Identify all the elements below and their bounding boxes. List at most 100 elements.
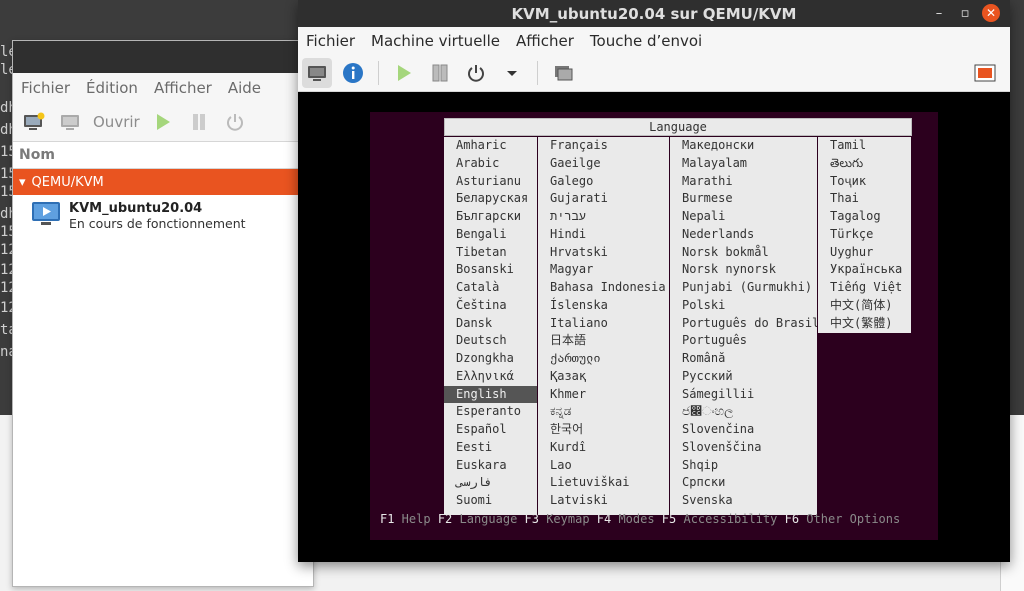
language-option[interactable]: Türkçe [818, 226, 911, 244]
console-menu-machine[interactable]: Machine virtuelle [371, 32, 500, 50]
language-option[interactable]: Tamil [818, 137, 911, 155]
language-option[interactable]: Deutsch [444, 332, 537, 350]
language-option[interactable]: Tagalog [818, 208, 911, 226]
language-option[interactable]: Asturianu [444, 173, 537, 191]
console-menu-send-key[interactable]: Touche d’envoi [590, 32, 702, 50]
language-option[interactable]: Lietuviškai [538, 474, 669, 492]
open-button[interactable]: Ouvrir [93, 113, 140, 131]
language-option[interactable]: Gaeilge [538, 155, 669, 173]
language-option[interactable]: 中文(繁體) [818, 315, 911, 333]
shutdown-icon[interactable] [461, 58, 491, 88]
language-option[interactable]: Čeština [444, 297, 537, 315]
details-info-icon[interactable] [338, 58, 368, 88]
language-option[interactable]: Português [670, 332, 817, 350]
monitor-icon[interactable] [57, 109, 83, 135]
new-vm-icon[interactable] [21, 109, 47, 135]
language-option[interactable]: Euskara [444, 457, 537, 475]
console-titlebar[interactable]: KVM_ubuntu20.04 sur QEMU/KVM – ▫ ✕ [298, 0, 1010, 27]
language-option[interactable]: Català [444, 279, 537, 297]
language-option[interactable]: Tiếng Việt [818, 279, 911, 297]
language-option[interactable]: ქართული [538, 350, 669, 368]
play-icon[interactable] [150, 109, 176, 135]
fullscreen-icon[interactable] [970, 58, 1000, 88]
language-option[interactable]: 中文(简体) [818, 297, 911, 315]
language-option[interactable]: Bahasa Indonesia [538, 279, 669, 297]
language-option[interactable]: Svenska [670, 492, 817, 510]
language-option[interactable]: Norsk nynorsk [670, 261, 817, 279]
language-option[interactable]: Nepali [670, 208, 817, 226]
language-option[interactable]: ජ෌ංහල [670, 403, 817, 421]
language-option[interactable]: Burmese [670, 190, 817, 208]
language-option[interactable]: Esperanto [444, 403, 537, 421]
language-option[interactable]: 日本語 [538, 332, 669, 350]
pause-icon[interactable] [186, 109, 212, 135]
language-option[interactable]: Қазақ [538, 368, 669, 386]
language-option[interactable]: Italiano [538, 315, 669, 333]
language-option[interactable]: Македонски [670, 137, 817, 155]
guest-display[interactable]: Language Amharic Arabic Asturianu Беларуска… [298, 92, 1010, 562]
language-option[interactable]: Dzongkha [444, 350, 537, 368]
language-option[interactable]: Marathi [670, 173, 817, 191]
language-option[interactable]: Malayalam [670, 155, 817, 173]
language-option[interactable]: Slovenščina [670, 439, 817, 457]
language-option[interactable]: Gujarati [538, 190, 669, 208]
column-header-name[interactable]: Nom [13, 142, 313, 169]
menu-aide[interactable]: Aide [228, 79, 261, 97]
language-option[interactable]: Български [444, 208, 537, 226]
language-option[interactable]: Uyghur [818, 244, 911, 262]
language-option[interactable]: فارسی [444, 474, 537, 492]
language-option[interactable]: Shqip [670, 457, 817, 475]
language-option[interactable]: Русский [670, 368, 817, 386]
maximize-icon[interactable]: ▫ [956, 4, 974, 22]
language-option[interactable]: Hindi [538, 226, 669, 244]
console-menu-fichier[interactable]: Fichier [306, 32, 355, 50]
language-option[interactable]: Dansk [444, 315, 537, 333]
language-option[interactable]: Українська [818, 261, 911, 279]
language-option[interactable]: Eesti [444, 439, 537, 457]
pause-icon[interactable] [425, 58, 455, 88]
language-option[interactable]: Galego [538, 173, 669, 191]
language-option[interactable]: Bengali [444, 226, 537, 244]
language-option[interactable]: Suomi [444, 492, 537, 510]
language-option[interactable]: 한국어 [538, 421, 669, 439]
language-option[interactable]: Thai [818, 190, 911, 208]
snapshot-icon[interactable] [548, 58, 578, 88]
menu-edition[interactable]: Édition [86, 79, 138, 97]
language-option[interactable]: Norsk bokmål [670, 244, 817, 262]
language-option[interactable]: Sámegillii [670, 386, 817, 404]
language-option[interactable]: Беларуская [444, 190, 537, 208]
language-option[interactable]: తెలుగు [818, 155, 911, 173]
language-option[interactable]: Nederlands [670, 226, 817, 244]
language-option-selected[interactable]: English [444, 385, 537, 404]
shutdown-dropdown-icon[interactable] [497, 58, 527, 88]
connection-group-row[interactable]: ▾ QEMU/KVM [13, 169, 313, 195]
menu-afficher[interactable]: Afficher [154, 79, 212, 97]
language-option[interactable]: Polski [670, 297, 817, 315]
language-option[interactable]: Khmer [538, 386, 669, 404]
language-option[interactable]: Íslenska [538, 297, 669, 315]
console-menu-afficher[interactable]: Afficher [516, 32, 574, 50]
language-option[interactable]: ಕನ್ನಡ [538, 403, 669, 421]
vm-list-item[interactable]: KVM_ubuntu20.04 En cours de fonctionneme… [13, 195, 313, 231]
language-option[interactable]: Српски [670, 474, 817, 492]
language-option[interactable]: Tibetan [444, 244, 537, 262]
language-option[interactable]: Lao [538, 457, 669, 475]
run-icon[interactable] [389, 58, 419, 88]
show-console-icon[interactable] [302, 58, 332, 88]
language-option[interactable]: Português do Brasil [670, 315, 817, 333]
language-option[interactable]: Bosanski [444, 261, 537, 279]
language-option[interactable]: Amharic [444, 137, 537, 155]
language-option[interactable]: Ελληνικά [444, 368, 537, 386]
language-option[interactable]: Magyar [538, 261, 669, 279]
language-option[interactable]: עברית [538, 208, 669, 226]
language-option[interactable]: Arabic [444, 155, 537, 173]
language-option[interactable]: Français [538, 137, 669, 155]
language-option[interactable]: Español [444, 421, 537, 439]
menu-fichier[interactable]: Fichier [21, 79, 70, 97]
language-option[interactable]: Kurdî [538, 439, 669, 457]
language-option[interactable]: Latviski [538, 492, 669, 510]
language-option[interactable]: Punjabi (Gurmukhi) [670, 279, 817, 297]
language-option[interactable]: Română [670, 350, 817, 368]
language-option[interactable]: Тоҷик [818, 173, 911, 191]
language-option[interactable]: Slovenčina [670, 421, 817, 439]
